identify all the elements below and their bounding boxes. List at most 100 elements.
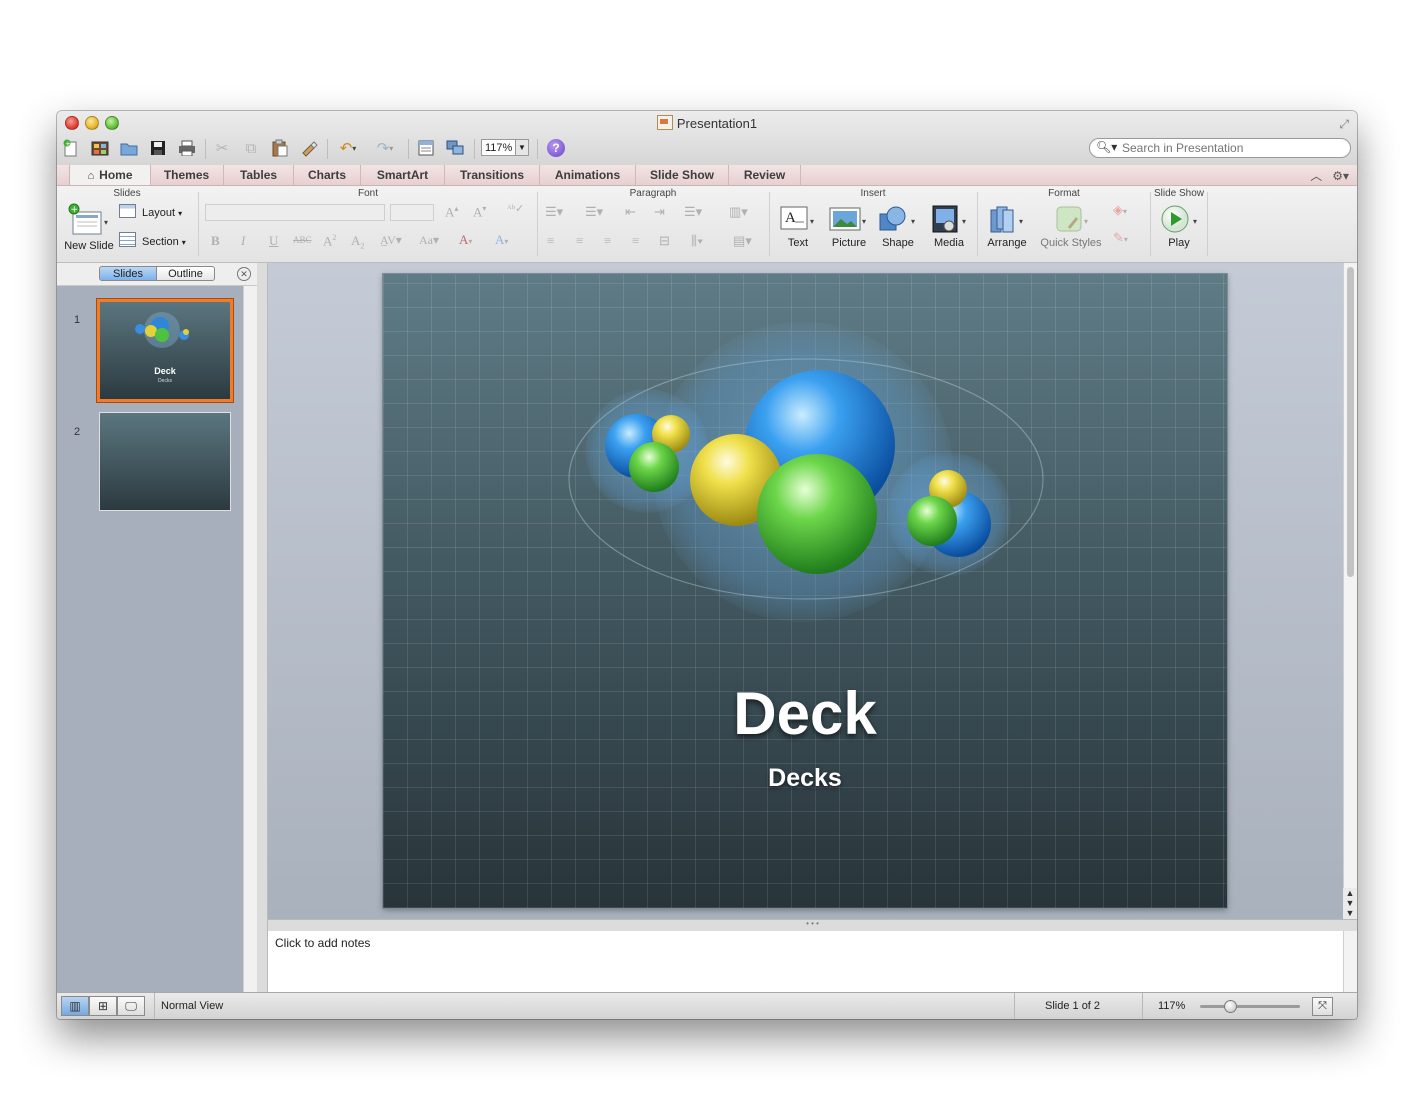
template-gallery-icon[interactable] <box>90 138 110 158</box>
slide-thumbnail-2[interactable] <box>99 412 231 511</box>
slide-nav-arrows[interactable]: ▲ ▼ ▼ <box>1343 888 1357 919</box>
slide-title[interactable]: Deck <box>383 679 1227 748</box>
text-effects-icon[interactable]: A▾ <box>495 232 508 248</box>
sidebar-toggle-icon[interactable] <box>416 138 436 158</box>
slide-show-view-button[interactable]: 🖵︎ <box>117 996 145 1016</box>
search-input[interactable] <box>1122 140 1342 156</box>
align-text-icon[interactable]: ▤▾ <box>733 233 752 249</box>
svg-text:▾: ▾ <box>1193 217 1197 226</box>
tab-transitions-label: Transitions <box>459 168 524 182</box>
ribbon-settings-icon[interactable]: ⚙▾ <box>1332 169 1349 183</box>
shape-fill-icon[interactable]: ◈▾ <box>1113 202 1127 218</box>
font-size-field[interactable] <box>390 204 434 221</box>
zoom-dropdown-icon[interactable]: ▼ <box>515 140 528 155</box>
font-name-field[interactable] <box>205 204 385 221</box>
quick-styles-label: Quick Styles <box>1040 237 1102 249</box>
tab-animations[interactable]: Animations <box>540 165 636 185</box>
new-file-icon[interactable]: + <box>61 138 81 158</box>
bold-icon[interactable]: B <box>211 233 220 249</box>
cut-icon[interactable]: ✂ <box>212 138 232 158</box>
layout-button[interactable]: Layout ▾ <box>119 204 195 219</box>
slide-sorter-icon[interactable] <box>445 138 465 158</box>
search-field[interactable]: 🔍︎▾ <box>1089 138 1351 158</box>
slide-subtitle[interactable]: Decks <box>383 764 1227 793</box>
format-painter-icon[interactable] <box>299 138 319 158</box>
font-color-icon[interactable]: A▾ <box>459 232 472 248</box>
undo-icon[interactable]: ↶ ▾ <box>333 138 363 158</box>
tab-tables[interactable]: Tables <box>224 165 294 185</box>
align-right-icon[interactable]: ≡ <box>604 233 611 249</box>
slide-canvas[interactable]: Deck Decks <box>383 274 1227 908</box>
save-icon[interactable] <box>148 138 168 158</box>
fit-to-window-button[interactable]: ⤧ <box>1312 997 1333 1016</box>
grow-font-icon[interactable]: A▴ <box>445 204 458 220</box>
open-icon[interactable] <box>119 138 139 158</box>
subscript-icon[interactable]: A2 <box>351 233 364 251</box>
superscript-icon[interactable]: A2 <box>323 233 336 249</box>
strikethrough-icon[interactable]: ABC <box>293 235 312 245</box>
arrange-button[interactable]: ▾ Arrange <box>981 204 1033 249</box>
group-title-paragraph: Paragraph <box>629 188 677 199</box>
underline-icon[interactable]: U <box>269 233 278 249</box>
zoom-slider[interactable] <box>1200 1005 1300 1008</box>
change-case-icon[interactable]: Aa▾ <box>419 233 439 248</box>
slides-tab[interactable]: Slides <box>99 266 157 281</box>
tab-review[interactable]: Review <box>729 165 801 185</box>
tab-transitions[interactable]: Transitions <box>445 165 540 185</box>
notes-pane[interactable]: Click to add notes <box>268 931 1343 992</box>
tab-charts[interactable]: Charts <box>294 165 361 185</box>
notes-scrollbar[interactable] <box>1343 931 1357 992</box>
align-left-icon[interactable]: ≡ <box>547 233 554 249</box>
justify-icon[interactable]: ≡ <box>632 233 639 249</box>
pane-splitter[interactable] <box>257 263 268 992</box>
slide-thumbnail-1[interactable]: Deck Decks <box>97 299 233 402</box>
section-button[interactable]: Section ▾ <box>119 232 195 248</box>
align-center-icon[interactable]: ≡ <box>576 233 583 249</box>
italic-icon[interactable]: I <box>241 233 245 249</box>
zoom-field[interactable]: 117% ▼ <box>481 139 529 156</box>
group-title-font: Font <box>357 188 378 199</box>
shrink-font-icon[interactable]: A▾ <box>473 204 486 220</box>
outline-tab-label: Outline <box>168 268 203 280</box>
insert-text-button[interactable]: A ▾ Text <box>775 204 821 249</box>
numbering-icon[interactable]: ☰▾ <box>585 204 603 220</box>
slide-sorter-view-button[interactable]: ⊞ <box>89 996 117 1016</box>
paste-icon[interactable] <box>270 138 290 158</box>
collapse-ribbon-icon[interactable]: ︿ <box>1310 169 1322 183</box>
shape-line-icon[interactable]: ✎▾ <box>1113 230 1128 246</box>
insert-picture-button[interactable]: ▾ Picture <box>825 204 873 249</box>
help-button[interactable]: ? <box>547 139 565 157</box>
distributed-icon[interactable]: ⊟ <box>659 233 670 249</box>
slides-pane-scrollbar[interactable] <box>243 286 258 992</box>
notes-placeholder[interactable]: Click to add notes <box>275 936 370 950</box>
insert-shape-button[interactable]: ▾ Shape <box>875 204 921 249</box>
tab-slide-show[interactable]: Slide Show <box>636 165 729 185</box>
redo-icon[interactable]: ↷ ▾ <box>370 138 400 158</box>
search-icon[interactable]: 🔍︎▾ <box>1096 140 1117 154</box>
zoom-slider-handle[interactable] <box>1224 1000 1237 1013</box>
bullets-icon[interactable]: ☰▾ <box>545 204 563 220</box>
insert-media-button[interactable]: ▾ Media <box>925 204 973 249</box>
columns-icon[interactable]: ▥▾ <box>729 204 748 220</box>
normal-view-button[interactable]: ▥ <box>61 996 89 1016</box>
copy-icon[interactable]: ⧉ <box>241 138 261 158</box>
fullscreen-icon[interactable]: ⤢ <box>1339 117 1349 132</box>
increase-indent-icon[interactable]: ⇥ <box>654 204 665 220</box>
slide-scrollbar[interactable] <box>1343 263 1357 919</box>
character-spacing-icon[interactable]: A̲V▾ <box>380 233 402 248</box>
print-icon[interactable] <box>177 138 197 158</box>
clear-formatting-icon[interactable]: ᴬᵇ✓ <box>507 202 524 215</box>
decrease-indent-icon[interactable]: ⇤ <box>625 204 636 220</box>
tab-home[interactable]: ⌂ Home <box>69 165 151 185</box>
view-name: Normal View <box>161 1000 224 1012</box>
new-slide-button[interactable]: + ▾ New Slide <box>61 203 117 252</box>
tab-smartart[interactable]: SmartArt <box>361 165 445 185</box>
line-spacing-icon[interactable]: ☰▾ <box>684 204 702 220</box>
tab-themes[interactable]: Themes <box>150 165 224 185</box>
slide-scrollbar-thumb[interactable] <box>1347 267 1354 577</box>
quick-styles-button[interactable]: ▾ Quick Styles <box>1037 204 1105 249</box>
play-button[interactable]: ▾ Play <box>1155 204 1203 249</box>
close-pane-icon[interactable]: ✕ <box>237 267 251 281</box>
outline-tab[interactable]: Outline <box>157 266 215 281</box>
text-direction-icon[interactable]: ⫼▾ <box>691 233 703 249</box>
